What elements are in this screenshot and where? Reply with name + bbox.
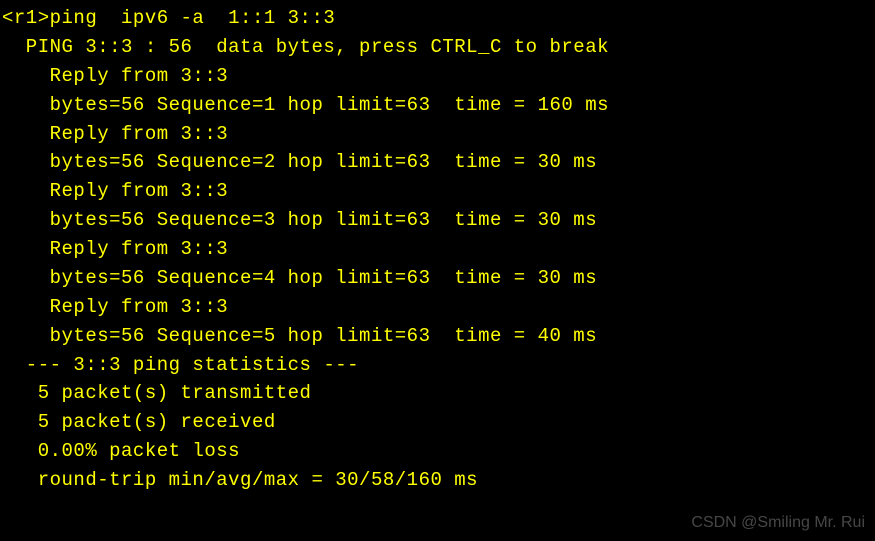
reply-from-line: Reply from 3::3 — [2, 177, 873, 206]
reply-stats-line: bytes=56 Sequence=4 hop limit=63 time = … — [2, 264, 873, 293]
stats-rtt: round-trip min/avg/max = 30/58/160 ms — [2, 466, 873, 495]
reply-from-line: Reply from 3::3 — [2, 120, 873, 149]
reply-stats-line: bytes=56 Sequence=3 hop limit=63 time = … — [2, 206, 873, 235]
reply-stats-line: bytes=56 Sequence=1 hop limit=63 time = … — [2, 91, 873, 120]
reply-from-line: Reply from 3::3 — [2, 235, 873, 264]
reply-stats-line: bytes=56 Sequence=2 hop limit=63 time = … — [2, 148, 873, 177]
watermark-text: CSDN @Smiling Mr. Rui — [691, 511, 865, 535]
stats-header: --- 3::3 ping statistics --- — [2, 351, 873, 380]
ping-header: PING 3::3 : 56 data bytes, press CTRL_C … — [2, 33, 873, 62]
stats-received: 5 packet(s) received — [2, 408, 873, 437]
terminal-output: <r1>ping ipv6 -a 1::1 3::3 PING 3::3 : 5… — [2, 4, 873, 495]
reply-stats-line: bytes=56 Sequence=5 hop limit=63 time = … — [2, 322, 873, 351]
prompt-line: <r1>ping ipv6 -a 1::1 3::3 — [2, 4, 873, 33]
prompt-hostname: <r1> — [2, 7, 50, 29]
stats-loss: 0.00% packet loss — [2, 437, 873, 466]
stats-transmitted: 5 packet(s) transmitted — [2, 379, 873, 408]
reply-from-line: Reply from 3::3 — [2, 293, 873, 322]
reply-from-line: Reply from 3::3 — [2, 62, 873, 91]
prompt-command: ping ipv6 -a 1::1 3::3 — [50, 7, 336, 29]
